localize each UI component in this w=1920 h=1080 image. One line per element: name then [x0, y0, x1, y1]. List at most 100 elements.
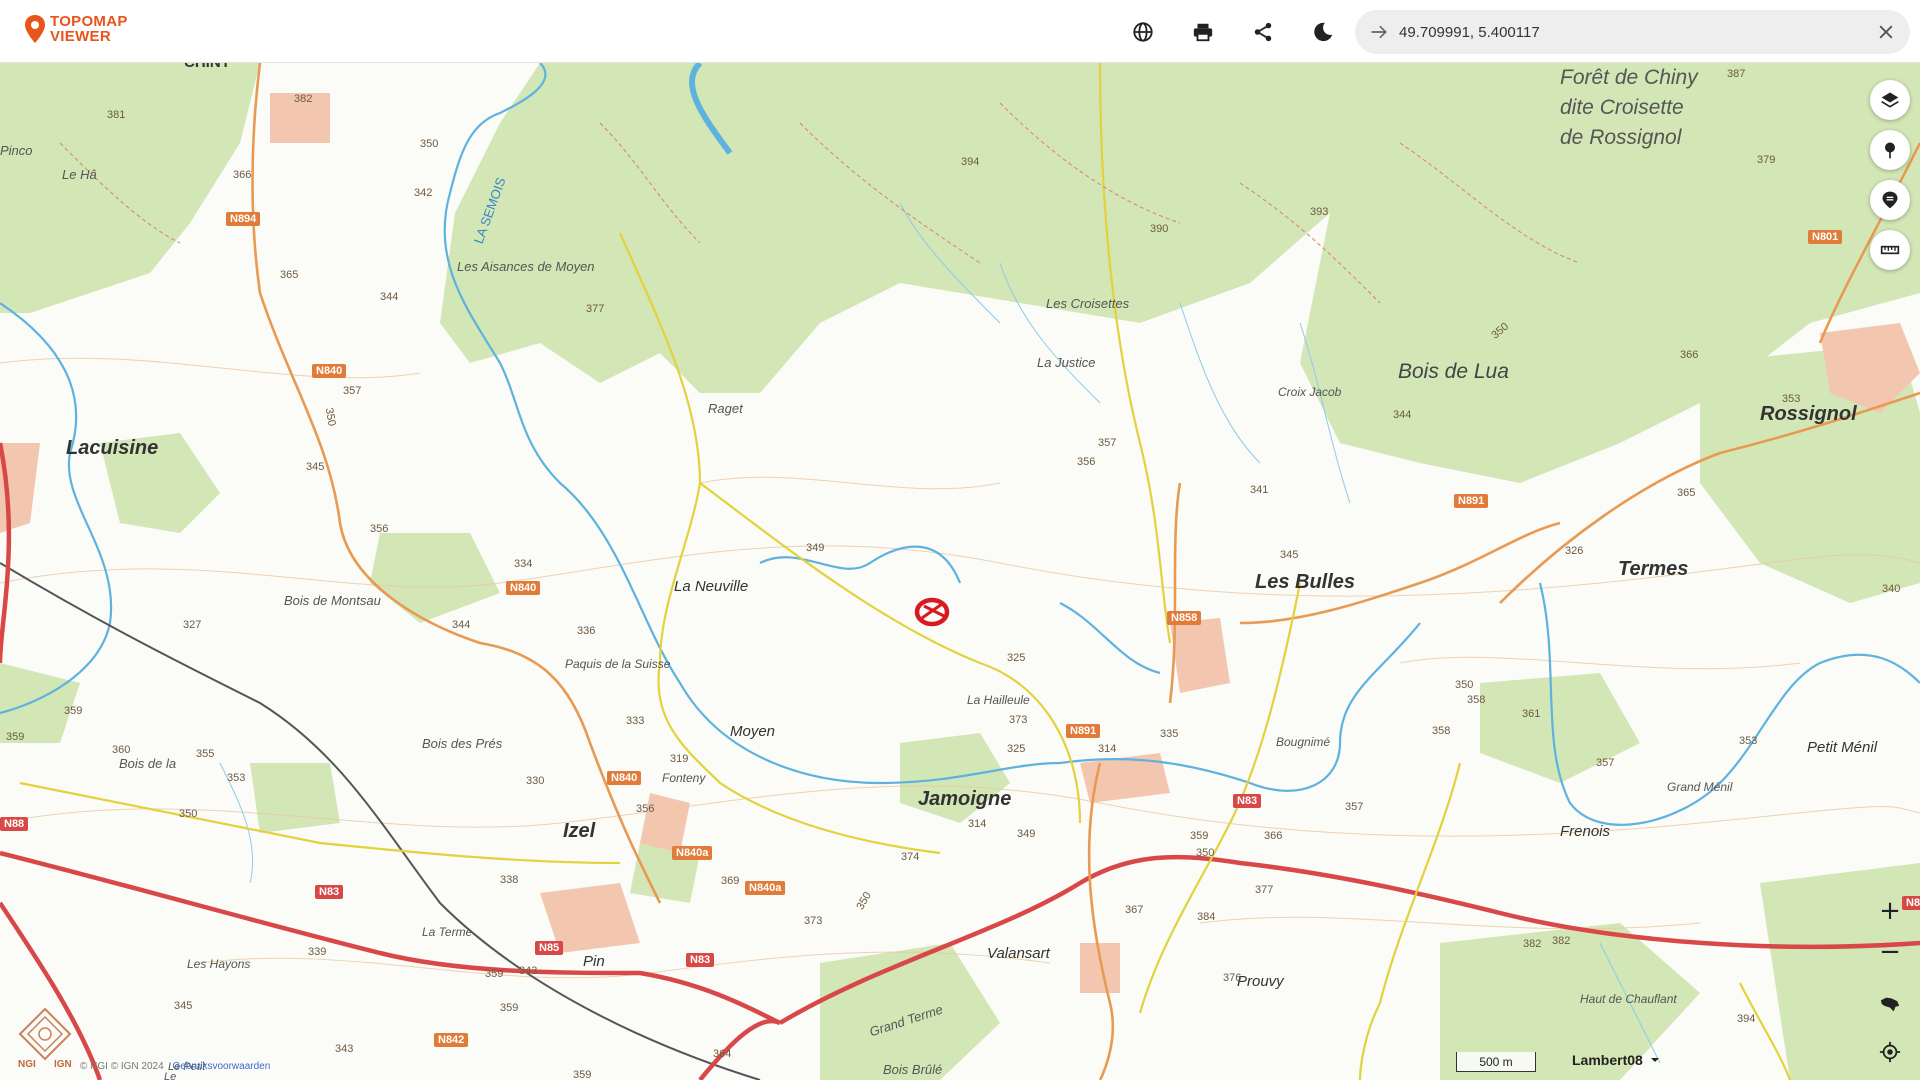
place-label: Bois de Montsau [284, 593, 381, 608]
place-label: Croix Jacob [1278, 385, 1342, 399]
spot-height: 335 [1160, 728, 1179, 740]
print-button[interactable] [1187, 16, 1219, 48]
spot-height: 377 [586, 303, 605, 315]
poi-button[interactable] [1870, 130, 1910, 170]
place-label: Valansart [987, 945, 1050, 962]
belgium-map-icon [1880, 997, 1900, 1012]
spot-height: 359 [6, 731, 25, 743]
road-shield: N840 [506, 581, 541, 595]
search-input[interactable] [1399, 18, 1839, 46]
spot-height: 333 [626, 715, 645, 727]
projection-select[interactable]: Lambert08 [1572, 1052, 1661, 1068]
place-label: Les Croisettes [1046, 296, 1130, 311]
spot-height: 344 [452, 619, 471, 631]
place-label: La Justice [1037, 355, 1096, 370]
spot-height: 355 [196, 748, 215, 760]
close-icon[interactable] [1876, 22, 1896, 42]
spot-height: 364 [713, 1048, 732, 1060]
ign-label: IGN [54, 1059, 72, 1070]
measure-button[interactable] [1870, 230, 1910, 270]
spot-height: 358 [1467, 694, 1486, 706]
zoom-in-button[interactable]: + [1874, 895, 1906, 927]
spot-height: 357 [1596, 757, 1615, 769]
spot-height: 344 [1393, 409, 1412, 421]
place-label: Paquis de la Suisse [565, 657, 671, 671]
language-button[interactable] [1127, 16, 1159, 48]
comment-pin-icon [1882, 191, 1898, 209]
road-shield: N83 [1233, 794, 1262, 808]
topographic-map[interactable]: Lacuisine Izel Jamoigne Rossignol Termes… [0, 63, 1920, 1080]
spot-height: 394 [1737, 1013, 1756, 1025]
place-label: Bois des Prés [422, 736, 503, 751]
spot-height: 356 [1077, 456, 1096, 468]
spot-height: 357 [343, 385, 362, 397]
spot-height: 336 [577, 625, 596, 637]
spot-height: 345 [174, 1000, 193, 1012]
spot-height: 353 [1782, 393, 1801, 405]
locate-button[interactable] [1874, 1036, 1906, 1068]
country-view-button[interactable] [1874, 988, 1906, 1020]
globe-icon [1133, 22, 1153, 42]
printer-icon [1193, 23, 1213, 42]
place-label: Petit Ménil [1807, 739, 1878, 756]
top-toolbar: TOPOMAP VIEWER [0, 0, 1920, 63]
layers-button[interactable] [1870, 80, 1910, 120]
zoom-out-button[interactable]: − [1874, 936, 1906, 968]
notes-button[interactable] [1870, 180, 1910, 220]
spot-height: 334 [514, 558, 533, 570]
place-label: Le [164, 1071, 177, 1080]
spot-height: 349 [806, 542, 825, 554]
app-logo[interactable]: TOPOMAP VIEWER [24, 14, 128, 44]
spot-height: 356 [370, 523, 389, 535]
logo-line-1: TOPOMAP [50, 13, 128, 30]
logo-pin-icon [25, 15, 45, 43]
spot-height: 343 [519, 965, 538, 977]
place-label: Pinco [0, 143, 33, 158]
place-label: Les Hayons [187, 957, 251, 971]
road-shield: N85 [535, 941, 564, 955]
spot-height: 349 [1017, 828, 1036, 840]
road-shield: N840 [607, 771, 642, 785]
coordinate-search [1355, 10, 1910, 54]
spot-height: 350 [1196, 847, 1215, 859]
ruler-icon [1880, 245, 1900, 255]
spot-height: 343 [335, 1043, 354, 1055]
spot-height: 390 [1150, 223, 1169, 235]
spot-height: 358 [1432, 725, 1451, 737]
spot-height: 366 [1264, 830, 1283, 842]
spot-height: 393 [1310, 206, 1329, 218]
spot-height: 344 [380, 291, 399, 303]
spot-height: 345 [1280, 549, 1299, 561]
share-button[interactable] [1247, 16, 1279, 48]
spot-height: 367 [1125, 904, 1144, 916]
spot-height: 341 [1250, 484, 1269, 496]
spot-height: 365 [280, 269, 299, 281]
spot-height: 330 [526, 775, 545, 787]
forest-name-line: de Rossignol [1560, 126, 1682, 149]
place-label: La Terme [422, 925, 473, 939]
spot-height: 357 [1098, 437, 1117, 449]
attribution-text: © NGI © IGN 2024 [80, 1061, 164, 1072]
place-label: La Neuville [674, 578, 749, 595]
place-label: Fonteny [662, 771, 706, 785]
place-label: Jamoigne [918, 788, 1012, 810]
spot-height: 350 [420, 138, 439, 150]
arrow-right-icon[interactable] [1369, 22, 1389, 42]
road-shield: N842 [434, 1033, 469, 1047]
poi-pin-icon [1885, 142, 1895, 159]
place-label: Frenois [1560, 823, 1611, 840]
dark-mode-button[interactable] [1307, 16, 1339, 48]
moon-icon [1314, 22, 1333, 42]
place-label: Bougnimé [1276, 735, 1331, 749]
terms-link[interactable]: Gebruiksvoorwaarden [172, 1061, 270, 1072]
spot-height: 338 [500, 874, 519, 886]
spot-height: 373 [804, 915, 823, 927]
road-shield: N801 [1808, 230, 1843, 244]
chevron-down-icon [1650, 1058, 1659, 1062]
road-shield: N894 [226, 212, 261, 226]
forest-name-label: Forêt de Chiny dite Croisette de Rossign… [1560, 63, 1698, 153]
attribution: © NGI © IGN 2024 Gebruiksvoorwaarden [80, 1061, 270, 1072]
spot-height: 314 [1098, 743, 1117, 755]
spot-height: 394 [961, 156, 980, 168]
spot-height: 327 [183, 619, 202, 631]
